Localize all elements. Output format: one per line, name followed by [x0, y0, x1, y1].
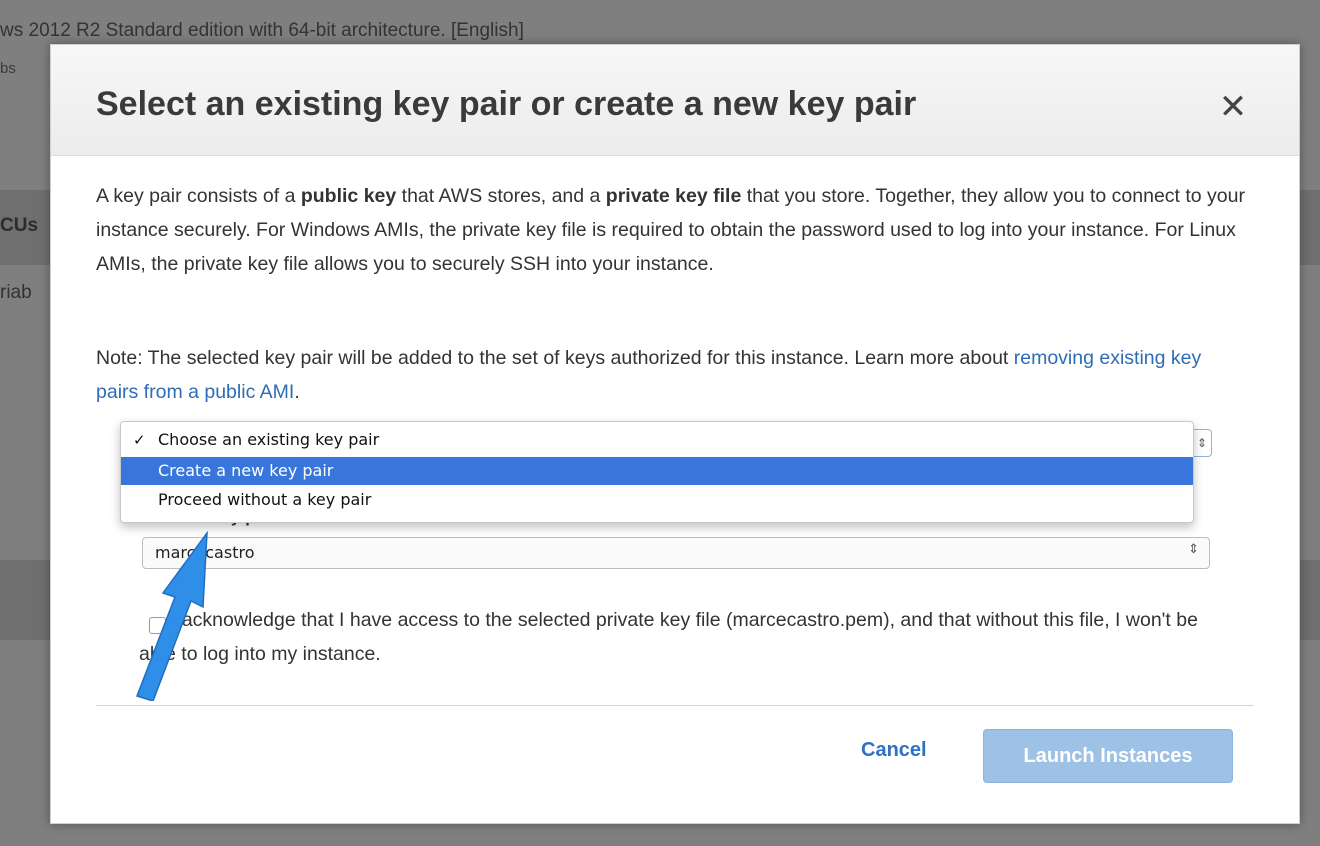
cancel-button[interactable]: Cancel — [861, 739, 927, 762]
note-end: . — [294, 381, 300, 403]
option-label: Choose an existing key pair — [158, 430, 380, 449]
key-pair-option-dropdown[interactable]: ✓ Choose an existing key pair Create a n… — [120, 421, 1194, 523]
modal-header: Select an existing key pair or create a … — [51, 45, 1299, 156]
description-text-1: A key pair consists of a — [96, 185, 301, 207]
description-text-2: that AWS stores, and a — [396, 185, 606, 207]
public-key-term: public key — [300, 185, 397, 207]
acknowledge-text: I acknowledge that I have access to the … — [139, 609, 1198, 665]
option-choose-existing[interactable]: ✓ Choose an existing key pair — [121, 426, 1193, 454]
select-arrows-icon: ⇕ — [1188, 542, 1199, 557]
background-column-riab: riab — [0, 282, 32, 303]
option-label: Proceed without a key pair — [158, 490, 372, 509]
background-ami-description: ws 2012 R2 Standard edition with 64-bit … — [0, 20, 524, 41]
private-key-term: private key file — [605, 185, 742, 207]
checkmark-icon: ✓ — [133, 431, 146, 449]
footer-divider — [96, 705, 1254, 706]
key-name-select[interactable]: marcecastro ⇕ — [142, 537, 1210, 569]
note-text: Note: The selected key pair will be adde… — [96, 347, 1014, 369]
dropdown-arrows-icon[interactable]: ⇕ — [1193, 429, 1212, 457]
key-pair-modal: Select an existing key pair or create a … — [50, 44, 1300, 824]
annotation-arrow-icon — [136, 531, 208, 701]
close-icon[interactable]: ✕ — [1213, 87, 1253, 127]
launch-instances-button[interactable]: Launch Instances — [983, 729, 1233, 783]
key-pair-description: A key pair consists of a public key that… — [96, 179, 1246, 281]
modal-title: Select an existing key pair or create a … — [96, 85, 917, 123]
background-column-cus: CUs — [0, 215, 39, 236]
key-pair-note: Note: The selected key pair will be adde… — [96, 341, 1246, 409]
option-proceed-without[interactable]: Proceed without a key pair — [121, 486, 1193, 514]
option-create-new[interactable]: Create a new key pair — [121, 457, 1193, 485]
option-label: Create a new key pair — [158, 461, 334, 480]
